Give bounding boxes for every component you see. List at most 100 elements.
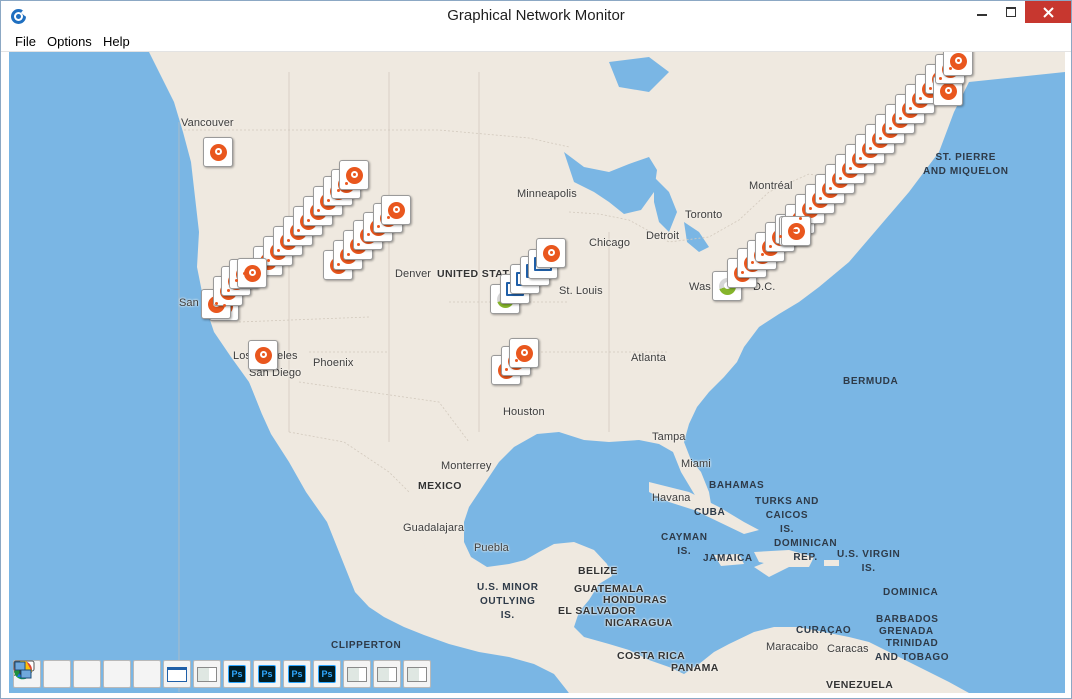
country-label-united-states: UNITED STAT [437, 268, 510, 280]
origin-icon [209, 143, 227, 161]
country-label-nicaragua: NICARAGUA [605, 617, 673, 629]
city-label-miami: Miami [681, 458, 711, 470]
network-button[interactable] [14, 660, 161, 688]
city-label-havana: Havana [652, 492, 691, 504]
country-label-belize: BELIZE [578, 565, 618, 577]
city-label-caracas: Caracas [827, 643, 869, 655]
city-label-washington: Was [689, 281, 711, 293]
node-marker[interactable] [509, 338, 539, 368]
origin-icon [542, 244, 560, 262]
menu-help-label: Help [103, 34, 130, 49]
origin-icon [939, 82, 957, 100]
menu-file-label: File [15, 34, 36, 49]
country-label-panama: PANAMA [671, 662, 719, 674]
city-label-phoenix: Phoenix [313, 357, 354, 369]
city-label-puebla: Puebla [474, 542, 509, 554]
origin-icon [254, 346, 272, 364]
menu-options-label: Options [47, 34, 92, 49]
app-window-button[interactable] [193, 660, 221, 688]
menu-file[interactable]: File [15, 34, 36, 49]
menu-help[interactable]: Help [103, 34, 130, 49]
photoshop-icon: Ps [288, 665, 306, 683]
country-label-clipperton: CLIPPERTON [331, 640, 402, 651]
city-label-tampa: Tampa [652, 431, 686, 443]
minimize-button[interactable] [967, 1, 997, 23]
node-marker[interactable] [381, 195, 411, 225]
city-label-toronto: Toronto [685, 209, 723, 221]
country-label-st-pierre: ST. PIERRE AND MIQUELON [923, 152, 1009, 177]
node-marker[interactable] [203, 137, 233, 167]
menu-options[interactable]: Options [47, 34, 92, 49]
node-marker[interactable] [237, 258, 267, 288]
origin-icon [345, 166, 363, 184]
bottom-toolbar: Ps Ps Ps Ps [13, 660, 431, 688]
city-label-chicago: Chicago [589, 237, 631, 249]
city-label-san-francisco: San [179, 297, 199, 309]
city-label-guadalajara: Guadalajara [403, 522, 465, 534]
node-marker[interactable] [536, 238, 566, 268]
origin-icon [387, 201, 405, 219]
country-label-cuba: CUBA [694, 507, 726, 518]
google-drive-button[interactable] [14, 660, 101, 688]
country-label-bermuda: BERMUDA [843, 376, 899, 387]
city-label-maracaibo: Maracaibo [766, 641, 819, 653]
country-label-turks-caicos: TURKS AND CAICOS IS. [755, 496, 819, 535]
country-label-dominica: DOMINICA [883, 587, 939, 598]
network-map[interactable]: Vancouver Minneapolis Montréal Toronto C… [9, 52, 1065, 693]
node-marker[interactable] [943, 52, 973, 76]
minimize-icon [977, 14, 987, 16]
node-marker[interactable] [339, 160, 369, 190]
photoshop-icon: Ps [258, 665, 276, 683]
city-label-denver: Denver [395, 268, 432, 280]
country-label-el-salvador: EL SALVADOR [558, 605, 636, 617]
city-label-atlanta: Atlanta [631, 352, 666, 364]
app-window: Graphical Network Monitor File Options H… [0, 0, 1072, 699]
maximize-icon [1006, 7, 1016, 17]
google-drive-button-2[interactable] [14, 660, 131, 688]
photoshop-icon: Ps [318, 665, 336, 683]
city-label-houston: Houston [503, 406, 545, 418]
window-button[interactable] [163, 660, 191, 688]
city-label-st-louis: St. Louis [559, 285, 603, 297]
photoshop-button-4[interactable]: Ps [313, 660, 341, 688]
node-marker[interactable] [781, 216, 811, 246]
country-label-costa-rica: COSTA RICA [617, 650, 686, 662]
country-label-us-minor: U.S. MINOR OUTLYING IS. [477, 582, 539, 621]
origin-icon [949, 52, 967, 70]
app-window-icon [197, 666, 217, 682]
city-label-detroit: Detroit [646, 230, 680, 242]
chrome-button[interactable] [14, 660, 71, 688]
city-label-vancouver: Vancouver [181, 117, 234, 129]
app-window-button-4[interactable] [403, 660, 431, 688]
app-window-button-2[interactable] [343, 660, 371, 688]
city-label-los-angeles-b: eles [277, 350, 298, 362]
node-marker[interactable] [248, 340, 278, 370]
close-icon [1042, 6, 1054, 18]
country-label-mexico: MEXICO [418, 480, 462, 492]
country-label-jamaica: JAMAICA [703, 553, 753, 564]
city-label-monterrey: Monterrey [441, 460, 492, 472]
photoshop-button-1[interactable]: Ps [223, 660, 251, 688]
app-window-icon [407, 666, 427, 682]
maximize-button[interactable] [997, 1, 1025, 23]
menu-bar: File Options Help [1, 32, 1071, 52]
photoshop-icon: Ps [228, 665, 246, 683]
app-window-icon [377, 666, 397, 682]
city-label-minneapolis: Minneapolis [517, 188, 577, 200]
network-icon [14, 661, 32, 679]
country-label-cayman: CAYMAN IS. [661, 532, 708, 557]
window-icon [167, 666, 187, 682]
photoshop-button-3[interactable]: Ps [283, 660, 311, 688]
origin-icon [243, 264, 261, 282]
country-label-venezuela: VENEZUELA [826, 679, 894, 691]
country-label-dominican: DOMINICAN REP. [774, 538, 838, 563]
photoshop-button-2[interactable]: Ps [253, 660, 281, 688]
origin-icon [515, 344, 533, 362]
close-button[interactable] [1025, 1, 1071, 23]
country-label-usvi: U.S. VIRGIN IS. [837, 549, 901, 574]
app-window-icon [347, 666, 367, 682]
country-label-bahamas: BAHAMAS [709, 480, 765, 491]
app-window-button-3[interactable] [373, 660, 401, 688]
window-title: Graphical Network Monitor [447, 7, 625, 24]
origin-icon [787, 222, 805, 240]
